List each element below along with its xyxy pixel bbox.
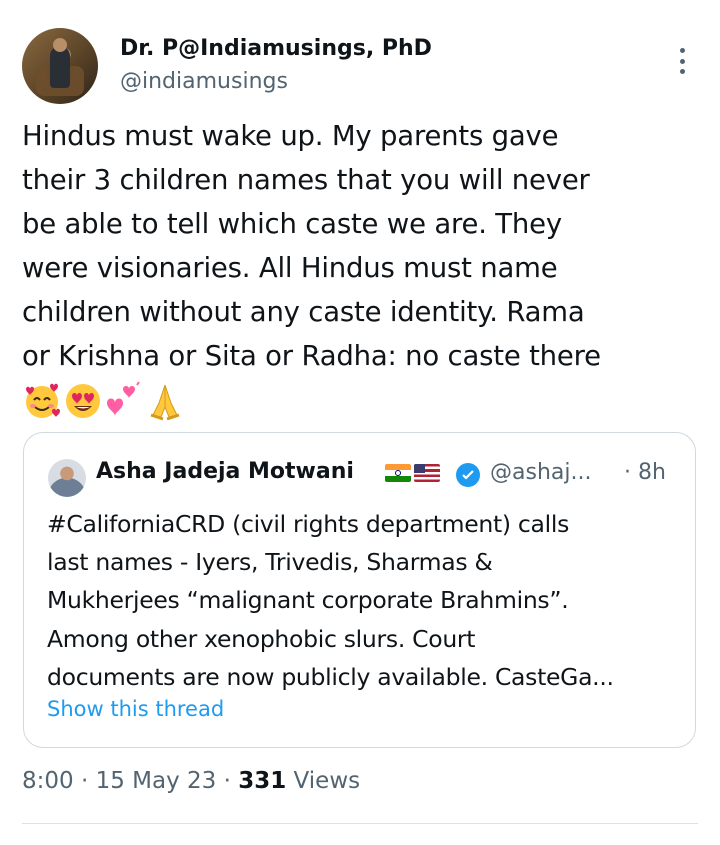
tweet-line: Hindus must wake up. My parents gave [22,120,559,152]
quote-timestamp[interactable]: · 8h [624,460,666,485]
author-handle[interactable]: @indiamusings [120,69,288,94]
quote-text: #CaliforniaCRD (civil rights department)… [47,505,683,696]
tweet-line: children without any caste identity. Ram… [22,296,585,328]
heart-eyes-icon [66,384,100,418]
tweet-meta: 8:00 · 15 May 23 · 331 Views [22,768,360,794]
quote-line: Mukherjees “malignant corporate Brahmins… [47,586,569,615]
quote-line: Among other xenophobic slurs. Court [47,624,476,653]
india-flag-icon [385,464,411,482]
usa-flag-icon [414,464,440,482]
two-hearts-icon [107,381,140,416]
tweet-line: were visionaries. All Hindus must name [22,252,558,284]
more-options-icon[interactable] [678,48,686,74]
folded-hands-icon [150,384,180,421]
emoji-row [22,380,185,422]
quote-author-handle[interactable]: @ashaj... [490,460,591,485]
verified-badge-icon [456,463,480,487]
quote-author-name[interactable]: Asha Jadeja Motwani [96,459,354,484]
author-name[interactable]: Dr. P@Indiamusings, PhD [120,36,432,61]
divider [22,823,698,824]
tweet-line: be able to tell which caste we are. They [22,208,562,240]
quote-author-flags [385,464,440,482]
tweet-line: their 3 children names that you will nev… [22,164,590,196]
views-count: 331 [238,768,287,794]
tweet-line: or Krishna or Sita or Radha: no caste th… [22,340,601,372]
quote-line: #CaliforniaCRD (civil rights department)… [47,510,570,538]
quote-line: documents are now publicly available. Ca… [47,662,614,691]
views-label: Views [286,768,361,794]
quoted-tweet[interactable]: Asha Jadeja Motwani @ashaj... · 8h #Cali… [23,432,696,748]
tweet-text: Hindus must wake up. My parents gave the… [22,114,702,378]
quote-line: last names - Iyers, Trivedis, Sharmas & [47,548,493,577]
quote-author-avatar[interactable] [48,459,86,497]
author-avatar[interactable] [22,28,98,104]
show-thread-link[interactable]: Show this thread [47,697,224,721]
smiling-face-with-hearts-icon [26,383,60,418]
tweet-timestamp[interactable]: 8:00 · 15 May 23 · [22,768,238,794]
